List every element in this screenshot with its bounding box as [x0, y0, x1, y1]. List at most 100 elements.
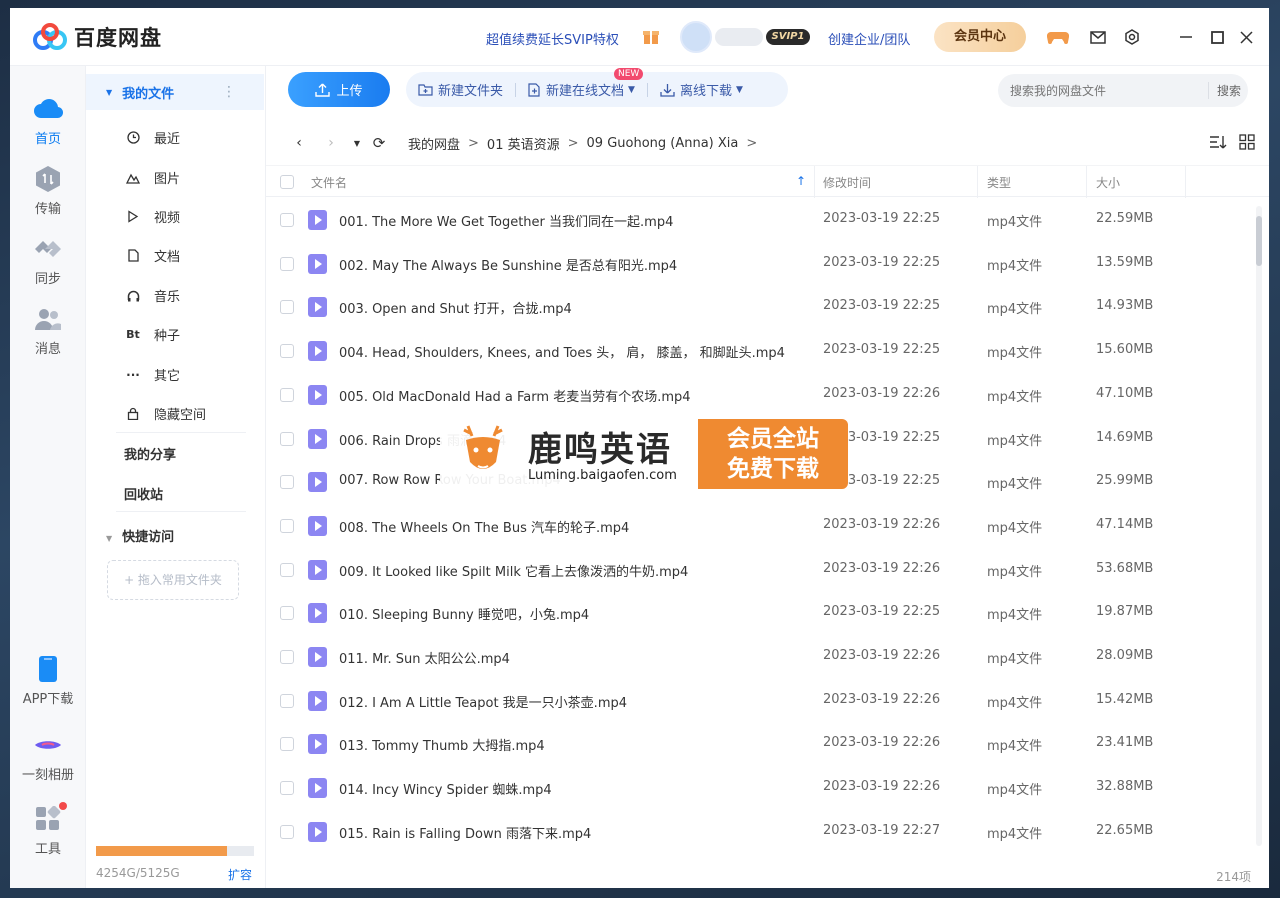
- file-name[interactable]: 015. Rain is Falling Down 雨落下来.mp4: [339, 823, 591, 842]
- sidebar-item-other[interactable]: ··· 其它: [124, 365, 180, 385]
- row-checkbox[interactable]: [280, 562, 294, 577]
- sort-ascending-icon[interactable]: ↑: [796, 174, 806, 188]
- table-row[interactable]: 012. I Am A Little Teapot 我是一只小茶壶.mp4 202…: [266, 679, 1256, 723]
- row-checkbox[interactable]: [280, 650, 294, 664]
- file-name[interactable]: 005. Old MacDonald Had a Farm 老麦当劳有个农场.m…: [339, 386, 691, 405]
- scrollbar-thumb[interactable]: [1256, 216, 1262, 266]
- row-checkbox[interactable]: [280, 518, 294, 533]
- back-icon[interactable]: ‹: [288, 135, 310, 151]
- row-checkbox[interactable]: [280, 737, 294, 752]
- file-name[interactable]: 001. The More We Get Together 当我们同在一起.mp…: [339, 211, 673, 230]
- table-row[interactable]: 013. Tommy Thumb 大拇指.mp4 2023-03-19 22:26…: [266, 722, 1256, 766]
- breadcrumb-item[interactable]: 01 英语资源: [487, 134, 560, 153]
- svip-renew-link[interactable]: 超值续费延长SVIP特权: [486, 29, 619, 48]
- sidebar-item-my-files[interactable]: ▼ 我的文件 ⋮: [86, 74, 264, 110]
- refresh-icon[interactable]: ⟳: [368, 134, 390, 152]
- grid-view-icon[interactable]: [1239, 134, 1255, 150]
- file-name[interactable]: 004. Head, Shoulders, Knees, and Toes 头，…: [339, 342, 785, 361]
- avatar[interactable]: [680, 21, 712, 53]
- table-row[interactable]: 011. Mr. Sun 太阳公公.mp4 2023-03-19 22:26 mp4…: [266, 635, 1256, 679]
- file-name[interactable]: 009. It Looked like Spilt Milk 它看上去像泼洒的牛…: [339, 561, 688, 580]
- sidebar-item-music[interactable]: 音乐: [124, 286, 180, 305]
- settings-icon[interactable]: [1120, 25, 1144, 49]
- file-name[interactable]: 008. The Wheels On The Bus 汽车的轮子.mp4: [339, 517, 629, 536]
- row-checkbox[interactable]: [280, 824, 294, 839]
- row-checkbox[interactable]: [280, 213, 294, 227]
- file-name[interactable]: 010. Sleeping Bunny 睡觉吧，小兔.mp4: [339, 604, 589, 623]
- member-center-button[interactable]: 会员中心: [934, 22, 1026, 52]
- column-header-time[interactable]: 修改时间: [823, 174, 871, 191]
- file-name[interactable]: 012. I Am A Little Teapot 我是一只小茶壶.mp4: [339, 692, 627, 711]
- row-checkbox[interactable]: [280, 344, 294, 359]
- new-folder-button[interactable]: 新建文件夹: [406, 80, 515, 99]
- sort-icon[interactable]: [1209, 134, 1227, 150]
- table-row[interactable]: 009. It Looked like Spilt Milk 它看上去像泼洒的牛…: [266, 548, 1256, 592]
- search-button[interactable]: 搜索: [1208, 82, 1241, 99]
- table-row[interactable]: 010. Sleeping Bunny 睡觉吧，小兔.mp4 2023-03-19…: [266, 591, 1256, 635]
- file-name[interactable]: 013. Tommy Thumb 大拇指.mp4: [339, 735, 545, 754]
- close-icon[interactable]: [1234, 25, 1258, 49]
- table-row[interactable]: 004. Head, Shoulders, Knees, and Toes 头，…: [266, 329, 1256, 373]
- select-all-checkbox[interactable]: [280, 175, 294, 189]
- column-divider[interactable]: [1086, 166, 1087, 198]
- breadcrumb-item[interactable]: 09 Guohong (Anna) Xia: [587, 136, 739, 151]
- history-dropdown-icon[interactable]: ▼: [346, 139, 368, 148]
- row-checkbox[interactable]: [280, 693, 294, 708]
- table-row[interactable]: 001. The More We Get Together 当我们同在一起.mp…: [266, 198, 1256, 242]
- sidebar-item-recycle-bin[interactable]: 回收站: [124, 484, 163, 503]
- rail-item-tools[interactable]: 工具: [10, 802, 86, 857]
- search-input[interactable]: [998, 83, 1208, 98]
- file-name[interactable]: 014. Incy Wincy Spider 蜘蛛.mp4: [339, 779, 552, 798]
- breadcrumb-item[interactable]: 我的网盘: [408, 134, 460, 153]
- file-name[interactable]: 003. Open and Shut 打开，合拢.mp4: [339, 298, 572, 317]
- column-header-type[interactable]: 类型: [987, 174, 1011, 191]
- gift-icon[interactable]: [642, 27, 660, 45]
- forward-icon[interactable]: ›: [320, 135, 342, 151]
- rail-item-home[interactable]: 首页: [10, 94, 86, 147]
- maximize-icon[interactable]: [1205, 25, 1229, 49]
- column-header-name[interactable]: 文件名: [311, 174, 347, 191]
- username-blurred[interactable]: [715, 28, 763, 46]
- sidebar-item-hidden-space[interactable]: 隐藏空间: [124, 404, 206, 423]
- row-checkbox[interactable]: [280, 475, 294, 490]
- create-team-link[interactable]: 创建企业/团队: [828, 29, 910, 48]
- app-logo[interactable]: 百度网盘: [32, 22, 162, 52]
- rail-item-sync[interactable]: 同步: [10, 234, 86, 287]
- column-header-size[interactable]: 大小: [1096, 174, 1120, 191]
- scrollbar[interactable]: [1256, 206, 1262, 846]
- file-name[interactable]: 002. May The Always Be Sunshine 是否总有阳光.m…: [339, 255, 677, 274]
- quick-access-header[interactable]: ▼ 快捷访问: [106, 526, 174, 545]
- new-online-doc-button[interactable]: 新建在线文档 ▼ NEW: [516, 68, 647, 99]
- rail-item-app-download[interactable]: APP下载: [10, 654, 86, 707]
- sidebar-item-images[interactable]: 图片: [124, 168, 180, 187]
- rail-item-transfer[interactable]: 传输: [10, 164, 86, 217]
- table-row[interactable]: 015. Rain is Falling Down 雨落下来.mp4 2023-0…: [266, 810, 1256, 854]
- table-row[interactable]: 005. Old MacDonald Had a Farm 老麦当劳有个农场.m…: [266, 373, 1256, 417]
- row-checkbox[interactable]: [280, 300, 294, 315]
- row-checkbox[interactable]: [280, 606, 294, 621]
- rail-item-messages[interactable]: 消息: [10, 304, 86, 357]
- table-row[interactable]: 014. Incy Wincy Spider 蜘蛛.mp4 2023-03-19 …: [266, 766, 1256, 810]
- sidebar-item-torrents[interactable]: Bt 种子: [124, 325, 180, 344]
- mail-icon[interactable]: [1086, 25, 1110, 49]
- offline-download-button[interactable]: 离线下载 ▼: [648, 80, 755, 99]
- table-row[interactable]: 002. May The Always Be Sunshine 是否总有阳光.m…: [266, 242, 1256, 286]
- table-row[interactable]: 003. Open and Shut 打开，合拢.mp4 2023-03-19 2…: [266, 285, 1256, 329]
- column-divider[interactable]: [814, 166, 815, 198]
- rail-item-album[interactable]: 一刻相册: [10, 730, 86, 783]
- table-row[interactable]: 008. The Wheels On The Bus 汽车的轮子.mp4 2023…: [266, 504, 1256, 548]
- sidebar-item-recent[interactable]: 最近: [124, 128, 180, 147]
- row-checkbox[interactable]: [280, 431, 294, 446]
- sidebar-item-videos[interactable]: 视频: [124, 207, 180, 226]
- sidebar-item-documents[interactable]: 文档: [124, 246, 180, 265]
- drag-folder-dropzone[interactable]: + 拖入常用文件夹: [107, 560, 239, 600]
- file-name[interactable]: 011. Mr. Sun 太阳公公.mp4: [339, 648, 510, 667]
- row-checkbox[interactable]: [280, 387, 294, 402]
- more-vertical-icon[interactable]: ⋮: [222, 84, 236, 100]
- row-checkbox[interactable]: [280, 256, 294, 271]
- column-divider[interactable]: [977, 166, 978, 198]
- sidebar-item-my-share[interactable]: 我的分享: [124, 444, 176, 463]
- column-divider[interactable]: [1185, 166, 1186, 198]
- minimize-icon[interactable]: [1174, 25, 1198, 49]
- upload-button[interactable]: 上传: [288, 72, 390, 107]
